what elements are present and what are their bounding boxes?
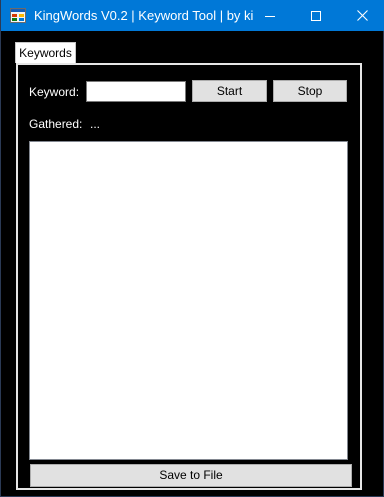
start-button[interactable]: Start	[192, 80, 267, 102]
keyword-label: Keyword:	[29, 85, 80, 99]
gathered-count: ...	[90, 117, 101, 131]
app-icon	[10, 8, 26, 23]
close-button[interactable]	[339, 0, 384, 31]
keywords-list[interactable]	[29, 141, 348, 460]
minimize-button[interactable]	[247, 0, 293, 31]
maximize-button[interactable]	[293, 0, 339, 31]
window-title: KingWords V0.2 | Keyword Tool | by ki...	[34, 8, 254, 23]
stop-button[interactable]: Stop	[273, 80, 347, 102]
close-icon	[356, 10, 368, 21]
tab-keywords[interactable]: Keywords	[15, 42, 76, 63]
title-bar[interactable]: KingWords V0.2 | Keyword Tool | by ki...	[1, 0, 384, 31]
minimize-icon	[265, 15, 275, 17]
app-window: KingWords V0.2 | Keyword Tool | by ki...…	[0, 0, 384, 497]
save-to-file-button[interactable]: Save to File	[30, 464, 352, 487]
gathered-label: Gathered:	[29, 117, 83, 131]
maximize-icon	[311, 10, 321, 21]
keyword-input[interactable]	[86, 81, 186, 102]
